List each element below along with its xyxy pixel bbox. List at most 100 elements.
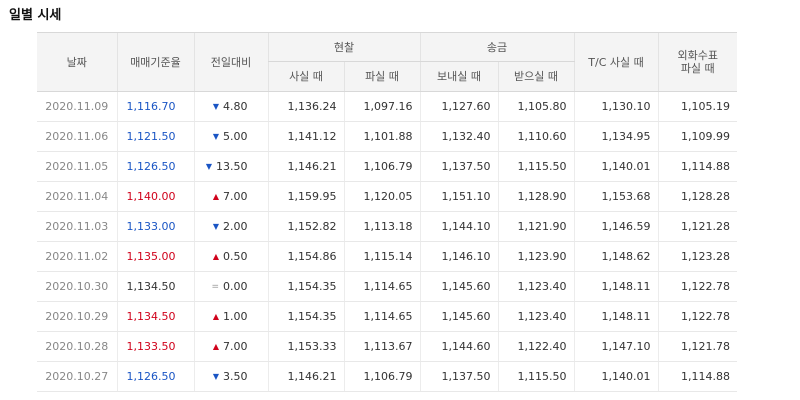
cell-transfer-receive: 1,115.50 bbox=[497, 151, 574, 182]
change-value: 3.50 bbox=[223, 369, 248, 383]
table-row: 2020.10.29 1,134.50 ▲ 1.00 1,154.35 1,114… bbox=[37, 301, 737, 332]
cell-cash-sell: 1,106.79 bbox=[343, 151, 420, 182]
cell-tc-buy: 1,148.62 bbox=[573, 241, 658, 272]
col-header-foreign-check-line1: 외화수표 bbox=[677, 49, 718, 62]
cell-transfer-send: 1,144.60 bbox=[419, 331, 498, 362]
cell-transfer-receive: 1,122.40 bbox=[497, 331, 574, 362]
cell-transfer-receive: 1,110.60 bbox=[497, 121, 574, 152]
col-header-cash-buy: 사실 때 bbox=[267, 61, 344, 92]
table-row: 2020.11.06 1,121.50 ▼ 5.00 1,141.12 1,101… bbox=[37, 121, 737, 152]
cell-cash-sell: 1,101.88 bbox=[343, 121, 420, 152]
cell-transfer-receive: 1,123.40 bbox=[497, 301, 574, 332]
cell-transfer-send: 1,146.10 bbox=[419, 241, 498, 272]
cell-transfer-receive: 1,121.90 bbox=[497, 211, 574, 242]
change-value: 13.50 bbox=[216, 159, 248, 173]
change-arrow-icon: ▲ bbox=[212, 191, 219, 201]
change-arrow-icon: ▼ bbox=[212, 131, 219, 141]
cell-transfer-receive: 1,123.40 bbox=[497, 271, 574, 302]
change-arrow-icon: = bbox=[211, 281, 219, 292]
change-value: 5.00 bbox=[223, 129, 248, 143]
cell-base-rate: 1,133.50 bbox=[116, 331, 194, 362]
col-header-transfer-send: 보내실 때 bbox=[419, 61, 498, 92]
table-row: 2020.11.02 1,135.00 ▲ 0.50 1,154.86 1,115… bbox=[37, 241, 737, 272]
col-header-base-rate: 매매기준율 bbox=[116, 32, 194, 92]
cell-cash-sell: 1,113.67 bbox=[343, 331, 420, 362]
change-arrow-icon: ▲ bbox=[212, 251, 219, 261]
cell-transfer-send: 1,144.10 bbox=[419, 211, 498, 242]
cell-cash-buy: 1,154.86 bbox=[267, 241, 344, 272]
cell-cash-buy: 1,136.24 bbox=[267, 91, 344, 122]
cell-date: 2020.11.09 bbox=[37, 91, 117, 122]
daily-quotes-table: 날짜 매매기준율 전일대비 현찰 송금 T/C 사실 때 외화수표 파실 때 사… bbox=[37, 32, 737, 392]
cell-transfer-receive: 1,123.90 bbox=[497, 241, 574, 272]
table-row: 2020.10.28 1,133.50 ▲ 7.00 1,153.33 1,113… bbox=[37, 331, 737, 362]
cell-foreign-check: 1,123.28 bbox=[657, 241, 737, 272]
cell-foreign-check: 1,128.28 bbox=[657, 181, 737, 212]
cell-foreign-check: 1,114.88 bbox=[657, 361, 737, 392]
cell-tc-buy: 1,130.10 bbox=[573, 91, 658, 122]
change-value: 0.00 bbox=[223, 279, 248, 293]
cell-foreign-check: 1,105.19 bbox=[657, 91, 737, 122]
cell-date: 2020.11.02 bbox=[37, 241, 117, 272]
cell-cash-sell: 1,114.65 bbox=[343, 271, 420, 302]
cell-cash-buy: 1,146.21 bbox=[267, 151, 344, 182]
change-arrow-icon: ▲ bbox=[212, 341, 219, 351]
cell-date: 2020.10.29 bbox=[37, 301, 117, 332]
cell-change: ▼ 13.50 bbox=[193, 151, 268, 182]
cell-tc-buy: 1,147.10 bbox=[573, 331, 658, 362]
cell-transfer-send: 1,127.60 bbox=[419, 91, 498, 122]
cell-date: 2020.11.04 bbox=[37, 181, 117, 212]
cell-change: ▲ 7.00 bbox=[193, 181, 268, 212]
cell-foreign-check: 1,121.28 bbox=[657, 211, 737, 242]
table-row: 2020.11.04 1,140.00 ▲ 7.00 1,159.95 1,120… bbox=[37, 181, 737, 212]
col-header-change: 전일대비 bbox=[193, 32, 268, 92]
cell-date: 2020.11.03 bbox=[37, 211, 117, 242]
cell-foreign-check: 1,121.78 bbox=[657, 331, 737, 362]
cell-cash-buy: 1,152.82 bbox=[267, 211, 344, 242]
col-header-cash: 현찰 bbox=[267, 32, 420, 62]
change-value: 7.00 bbox=[223, 339, 248, 353]
cell-date: 2020.10.28 bbox=[37, 331, 117, 362]
cell-base-rate: 1,135.00 bbox=[116, 241, 194, 272]
col-header-tc-buy: T/C 사실 때 bbox=[573, 32, 658, 92]
cell-transfer-send: 1,137.50 bbox=[419, 151, 498, 182]
change-arrow-icon: ▲ bbox=[212, 311, 219, 321]
change-arrow-icon: ▼ bbox=[205, 161, 212, 171]
cell-cash-buy: 1,159.95 bbox=[267, 181, 344, 212]
cell-tc-buy: 1,140.01 bbox=[573, 151, 658, 182]
cell-base-rate: 1,134.50 bbox=[116, 271, 194, 302]
col-header-transfer: 송금 bbox=[419, 32, 574, 62]
col-header-foreign-check-line2: 파실 때 bbox=[680, 62, 715, 75]
cell-cash-buy: 1,141.12 bbox=[267, 121, 344, 152]
cell-cash-buy: 1,153.33 bbox=[267, 331, 344, 362]
cell-cash-sell: 1,113.18 bbox=[343, 211, 420, 242]
cell-cash-sell: 1,114.65 bbox=[343, 301, 420, 332]
cell-cash-sell: 1,097.16 bbox=[343, 91, 420, 122]
cell-transfer-send: 1,137.50 bbox=[419, 361, 498, 392]
header-row-top: 날짜 매매기준율 전일대비 현찰 송금 T/C 사실 때 외화수표 파실 때 bbox=[37, 32, 737, 92]
cell-cash-buy: 1,154.35 bbox=[267, 301, 344, 332]
col-header-foreign-check: 외화수표 파실 때 bbox=[657, 32, 737, 92]
cell-cash-sell: 1,106.79 bbox=[343, 361, 420, 392]
cell-cash-buy: 1,146.21 bbox=[267, 361, 344, 392]
cell-base-rate: 1,126.50 bbox=[116, 151, 194, 182]
change-value: 1.00 bbox=[223, 309, 248, 323]
cell-change: ▲ 1.00 bbox=[193, 301, 268, 332]
cell-transfer-send: 1,151.10 bbox=[419, 181, 498, 212]
table-row: 2020.11.03 1,133.00 ▼ 2.00 1,152.82 1,113… bbox=[37, 211, 737, 242]
cell-change: ▼ 3.50 bbox=[193, 361, 268, 392]
cell-change: ▲ 0.50 bbox=[193, 241, 268, 272]
cell-cash-buy: 1,154.35 bbox=[267, 271, 344, 302]
col-header-date: 날짜 bbox=[37, 32, 117, 92]
cell-change: ▲ 7.00 bbox=[193, 331, 268, 362]
cell-transfer-receive: 1,128.90 bbox=[497, 181, 574, 212]
cell-transfer-receive: 1,115.50 bbox=[497, 361, 574, 392]
cell-base-rate: 1,133.00 bbox=[116, 211, 194, 242]
cell-base-rate: 1,121.50 bbox=[116, 121, 194, 152]
cell-base-rate: 1,126.50 bbox=[116, 361, 194, 392]
cell-cash-sell: 1,115.14 bbox=[343, 241, 420, 272]
cell-date: 2020.10.27 bbox=[37, 361, 117, 392]
cell-date: 2020.11.05 bbox=[37, 151, 117, 182]
cell-base-rate: 1,140.00 bbox=[116, 181, 194, 212]
daily-quotes-panel: 일별 시세 날짜 매매기준율 전일대비 현찰 송금 T/C 사실 때 외화수표 bbox=[0, 0, 800, 400]
